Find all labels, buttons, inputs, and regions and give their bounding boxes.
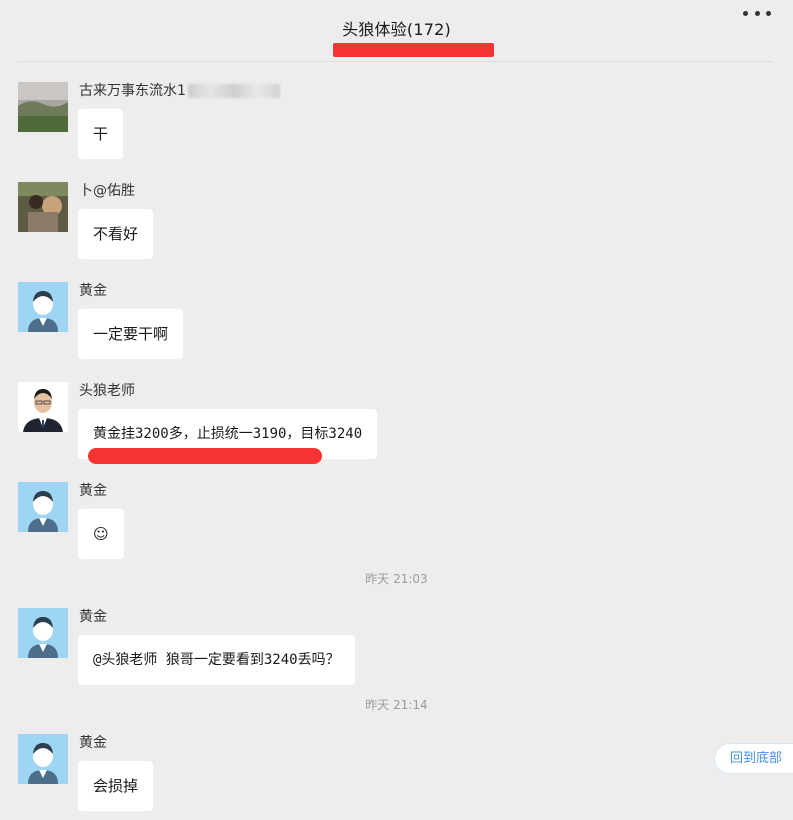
chat-header: 头狼体验(172) xyxy=(0,0,793,62)
default-avatar-icon xyxy=(18,282,68,332)
emoji-bubble: ☺ xyxy=(78,509,124,559)
message-bubble: 会损掉 xyxy=(78,761,154,811)
default-avatar-icon xyxy=(18,608,68,658)
sender-name: 古来万事东流水1 xyxy=(79,82,280,100)
message-bubble: 不看好 xyxy=(78,209,154,259)
chat-title: 头狼体验(172) xyxy=(0,16,793,40)
sender-name: 头狼老师 xyxy=(79,383,135,399)
timestamp: 昨天 21:14 xyxy=(365,698,428,712)
message-bubble: @头狼老师 狼哥一定要看到3240丢吗？ xyxy=(78,635,355,685)
message-bubble: 一定要干啊 xyxy=(78,309,184,359)
avatar[interactable] xyxy=(18,182,68,232)
header-divider xyxy=(18,61,773,62)
landscape-photo-icon xyxy=(18,82,68,132)
sender-name: 黄金 xyxy=(79,609,107,625)
avatar[interactable] xyxy=(18,82,68,132)
sender-name: 黄金 xyxy=(79,283,107,299)
default-avatar-icon xyxy=(18,734,68,784)
avatar[interactable] xyxy=(18,482,68,532)
timestamp: 昨天 21:03 xyxy=(365,572,428,586)
message-bubble: 干 xyxy=(78,109,124,159)
avatar[interactable] xyxy=(18,282,68,332)
group-name: 头狼体验 xyxy=(342,20,407,39)
sender-name: 黄金 xyxy=(79,483,107,499)
sender-name: 黄金 xyxy=(79,735,107,751)
member-count: (172) xyxy=(406,20,451,39)
message-red-underline xyxy=(88,448,322,464)
dog-photo-icon xyxy=(18,182,68,232)
sender-name: 卜@佑胜 xyxy=(79,183,135,199)
avatar[interactable] xyxy=(18,382,68,432)
default-avatar-icon xyxy=(18,482,68,532)
more-options-icon[interactable] xyxy=(743,11,771,17)
blurred-text xyxy=(187,84,280,98)
man-portrait-icon xyxy=(18,382,68,432)
avatar[interactable] xyxy=(18,734,68,784)
title-red-underline xyxy=(333,43,494,57)
back-to-bottom-button[interactable]: 回到底部 xyxy=(714,743,793,774)
avatar[interactable] xyxy=(18,608,68,658)
